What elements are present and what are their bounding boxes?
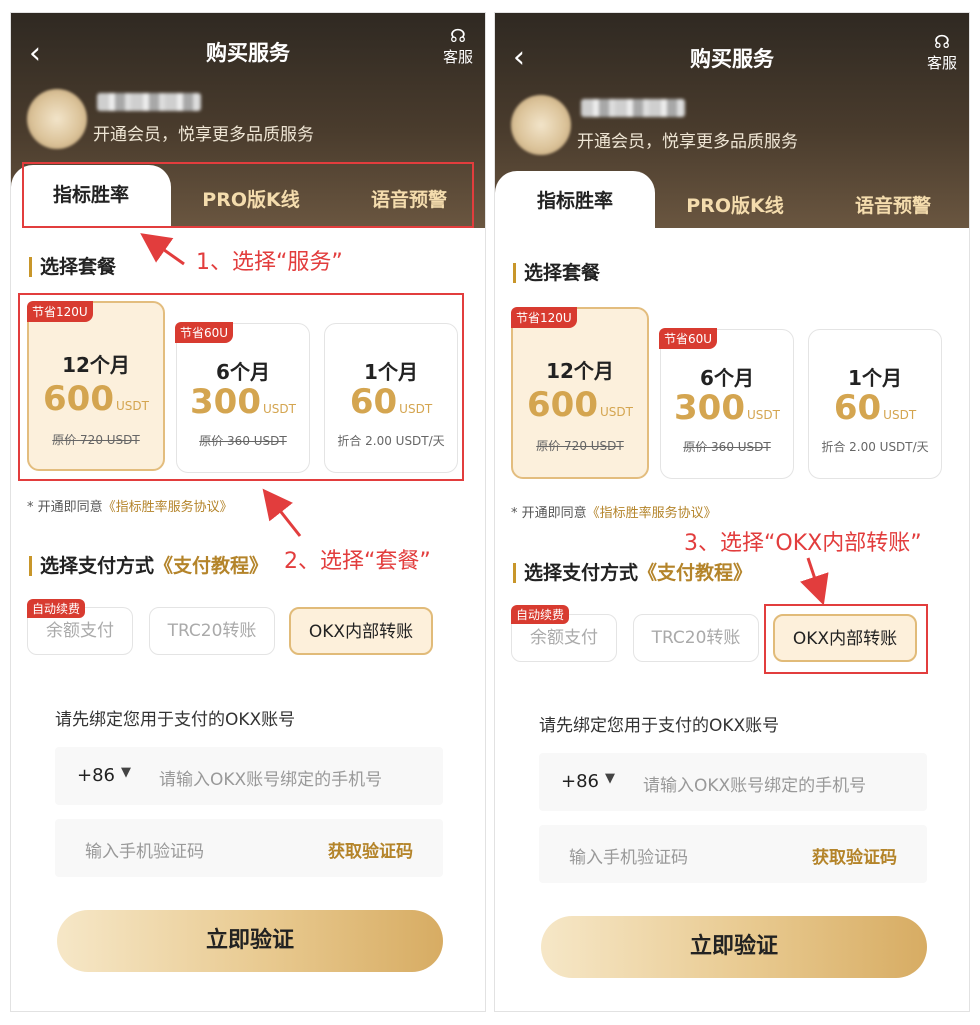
arrow-step1	[140, 233, 185, 266]
arrow-step3	[800, 557, 829, 606]
annotation-arrows	[140, 233, 829, 606]
arrow-step2	[262, 488, 302, 537]
